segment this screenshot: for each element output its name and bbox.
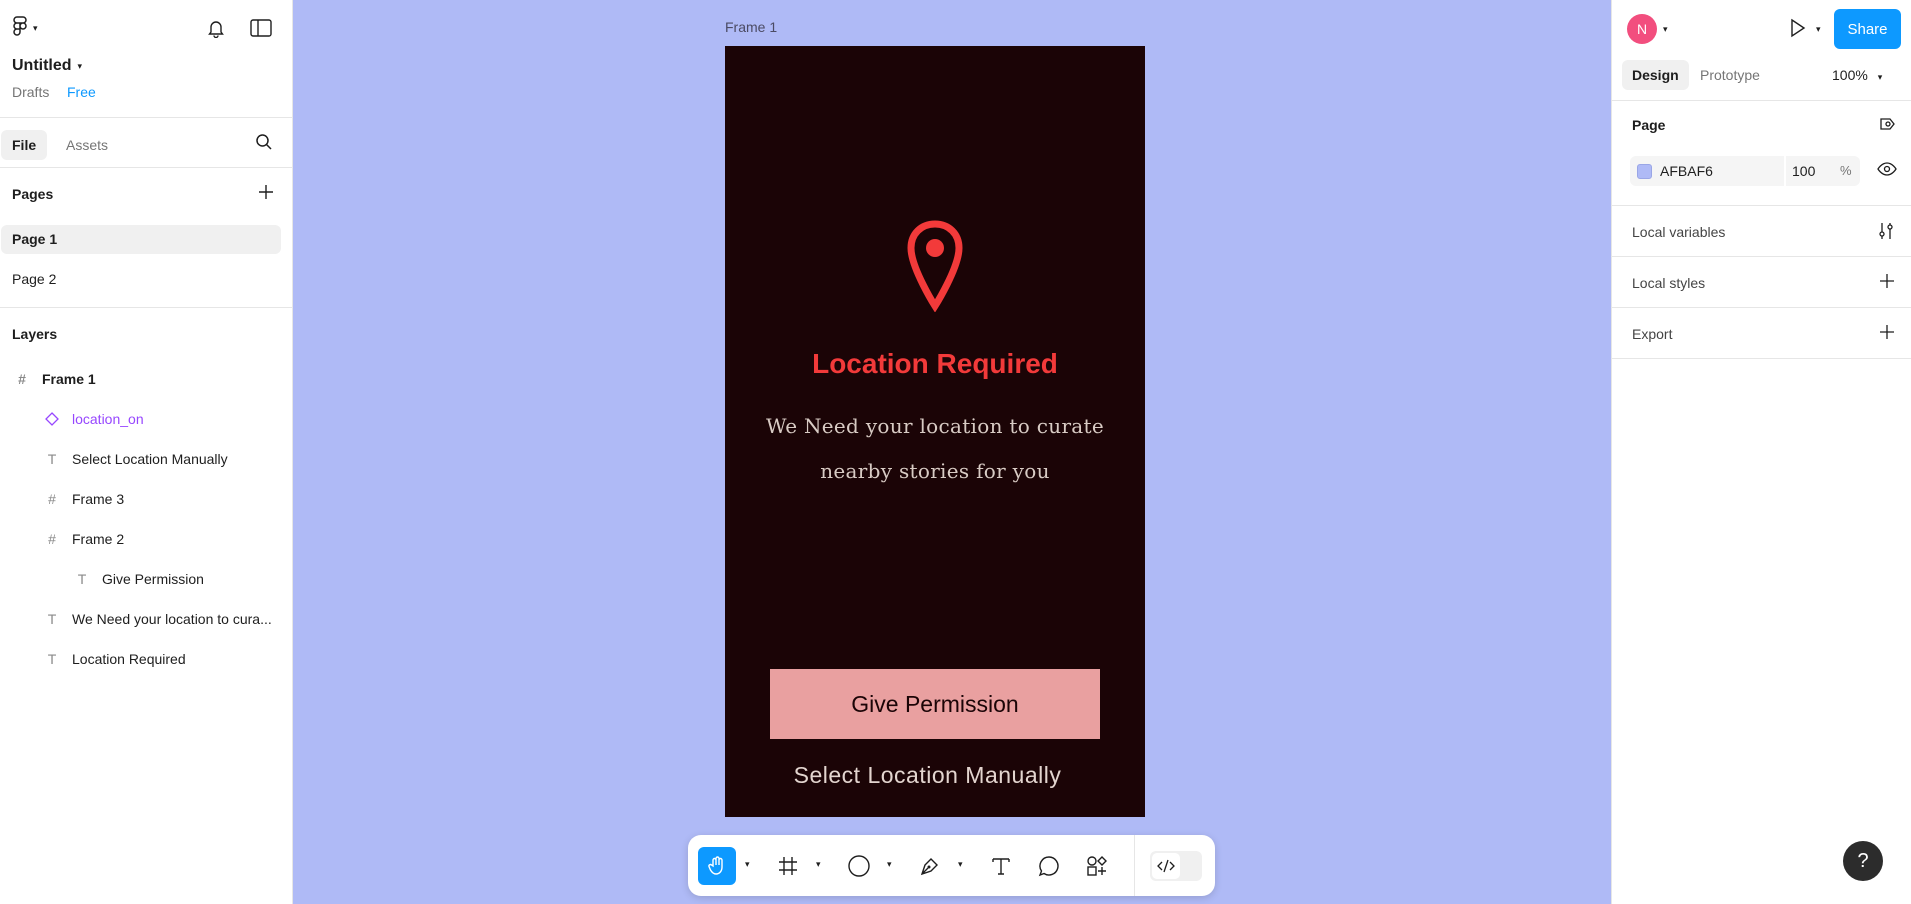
text-icon: T (47, 651, 57, 667)
fill-opacity-input[interactable]: 100 (1792, 163, 1815, 179)
layer-frame-3[interactable]: # Frame 3 (42, 487, 124, 511)
file-name[interactable]: Untitled ▾ (12, 57, 82, 75)
layer-label: We Need your location to cura... (72, 611, 272, 627)
layer-description-text[interactable]: T We Need your location to cura... (42, 607, 286, 631)
frame-1[interactable]: Location Required We Need your location … (725, 46, 1145, 817)
layer-label: Frame 1 (42, 371, 96, 387)
chevron-down-icon: ▾ (1877, 72, 1883, 82)
local-styles-label[interactable]: Local styles (1632, 275, 1705, 291)
text-icon: T (47, 451, 57, 467)
location-pin-icon (905, 220, 965, 315)
ellipse-tool-icon[interactable] (840, 847, 878, 885)
page-fill-row[interactable]: AFBAF6 100 % (1630, 156, 1860, 186)
hand-tool-icon[interactable] (698, 847, 736, 885)
pen-tool-icon[interactable] (911, 847, 949, 885)
toolbar-divider (1134, 835, 1135, 896)
sidebar-toggle-icon[interactable] (250, 19, 272, 40)
export-label[interactable]: Export (1632, 326, 1672, 342)
help-button[interactable]: ? (1843, 841, 1883, 881)
eye-icon[interactable] (1877, 162, 1897, 179)
layers-title: Layers (12, 326, 58, 342)
zoom-level: 100% (1832, 67, 1868, 83)
zoom-dropdown[interactable]: 100% ▾ (1832, 67, 1882, 83)
frame-label[interactable]: Frame 1 (725, 19, 777, 35)
add-page-icon[interactable] (258, 184, 274, 203)
layer-label: Location Required (72, 651, 186, 667)
layer-frame-2[interactable]: # Frame 2 (42, 527, 124, 551)
add-style-icon[interactable] (1880, 274, 1894, 291)
give-permission-button[interactable]: Give Permission (770, 669, 1100, 739)
select-location-manually-link[interactable]: Select Location Manually (725, 762, 1130, 789)
chevron-down-icon[interactable]: ▾ (745, 859, 750, 870)
figma-logo-icon (12, 16, 28, 41)
layer-select-location-manually[interactable]: T Select Location Manually (42, 447, 228, 471)
styles-icon[interactable] (1878, 116, 1896, 135)
layer-label: Frame 3 (72, 491, 125, 507)
layer-give-permission[interactable]: T Give Permission (72, 567, 204, 591)
chevron-down-icon[interactable]: ▾ (887, 859, 892, 870)
right-tabs: Design Prototype 100% ▾ (1612, 59, 1911, 101)
avatar[interactable]: N (1627, 14, 1657, 44)
color-swatch[interactable] (1637, 164, 1652, 179)
frame-tool-icon[interactable] (769, 847, 807, 885)
drafts-link[interactable]: Drafts (12, 84, 49, 100)
tab-prototype[interactable]: Prototype (1690, 60, 1770, 90)
layer-location-required[interactable]: T Location Required (42, 647, 186, 671)
dev-mode-toggle[interactable] (1150, 851, 1202, 881)
pages-title: Pages (12, 186, 54, 202)
chevron-down-icon[interactable]: ▾ (1663, 24, 1668, 35)
percent-label: % (1840, 163, 1852, 178)
add-export-icon[interactable] (1880, 325, 1894, 342)
share-button[interactable]: Share (1834, 9, 1901, 49)
page-item-2[interactable]: Page 2 (1, 265, 281, 294)
file-name-label: Untitled (12, 57, 72, 74)
notifications-bell-icon[interactable] (206, 18, 226, 41)
actions-tool-icon[interactable] (1078, 847, 1116, 885)
comment-tool-icon[interactable] (1030, 847, 1068, 885)
plan-badge[interactable]: Free (67, 84, 96, 100)
chevron-down-icon: ▾ (33, 23, 38, 33)
divider (1784, 156, 1786, 186)
frame-icon: # (48, 531, 56, 547)
code-icon (1152, 853, 1180, 879)
right-panel: N ▾ ▾ Share Design Prototype 100% ▾ Page… (1611, 0, 1911, 904)
frame-icon: # (18, 371, 26, 387)
main-menu-button[interactable]: ▾ (12, 16, 38, 41)
layer-location-on[interactable]: location_on (42, 407, 144, 431)
fill-hex-input[interactable]: AFBAF6 (1660, 163, 1713, 179)
layer-label: location_on (72, 411, 144, 427)
local-variables-label[interactable]: Local variables (1632, 224, 1725, 240)
layer-label: Select Location Manually (72, 451, 228, 467)
frame-icon: # (48, 491, 56, 507)
text-icon: T (47, 611, 57, 627)
file-header: ▾ Untitled ▾ Drafts Free (0, 0, 292, 118)
left-panel: ▾ Untitled ▾ Drafts Free File Assets Pag… (0, 0, 293, 904)
tab-file[interactable]: File (1, 130, 48, 160)
search-icon[interactable] (255, 133, 273, 154)
frame-title: Location Required (812, 348, 1058, 379)
present-play-icon[interactable] (1787, 18, 1807, 41)
page-item-1[interactable]: Page 1 (1, 225, 281, 254)
tab-design[interactable]: Design (1622, 60, 1689, 90)
chevron-down-icon: ▾ (77, 60, 83, 71)
chevron-down-icon[interactable]: ▾ (958, 859, 963, 870)
canvas[interactable]: Frame 1 Location Required We Need your l… (293, 0, 1611, 904)
bottom-toolbar: ▾ ▾ ▾ ▾ (688, 835, 1215, 896)
layer-frame-1[interactable]: # Frame 1 (12, 367, 96, 391)
left-tabs: File Assets (0, 118, 292, 168)
divider (0, 307, 292, 308)
component-instance-icon (42, 412, 62, 426)
page-section-title: Page (1632, 117, 1666, 133)
layer-label: Frame 2 (72, 531, 125, 547)
variables-adjust-icon[interactable] (1878, 222, 1894, 243)
frame-description: We Need your location to curate nearby s… (765, 414, 1105, 483)
tab-assets[interactable]: Assets (55, 130, 119, 160)
chevron-down-icon[interactable]: ▾ (1816, 24, 1821, 35)
chevron-down-icon[interactable]: ▾ (816, 859, 821, 870)
text-tool-icon[interactable] (982, 847, 1020, 885)
layer-label: Give Permission (102, 571, 204, 587)
text-icon: T (77, 571, 87, 587)
